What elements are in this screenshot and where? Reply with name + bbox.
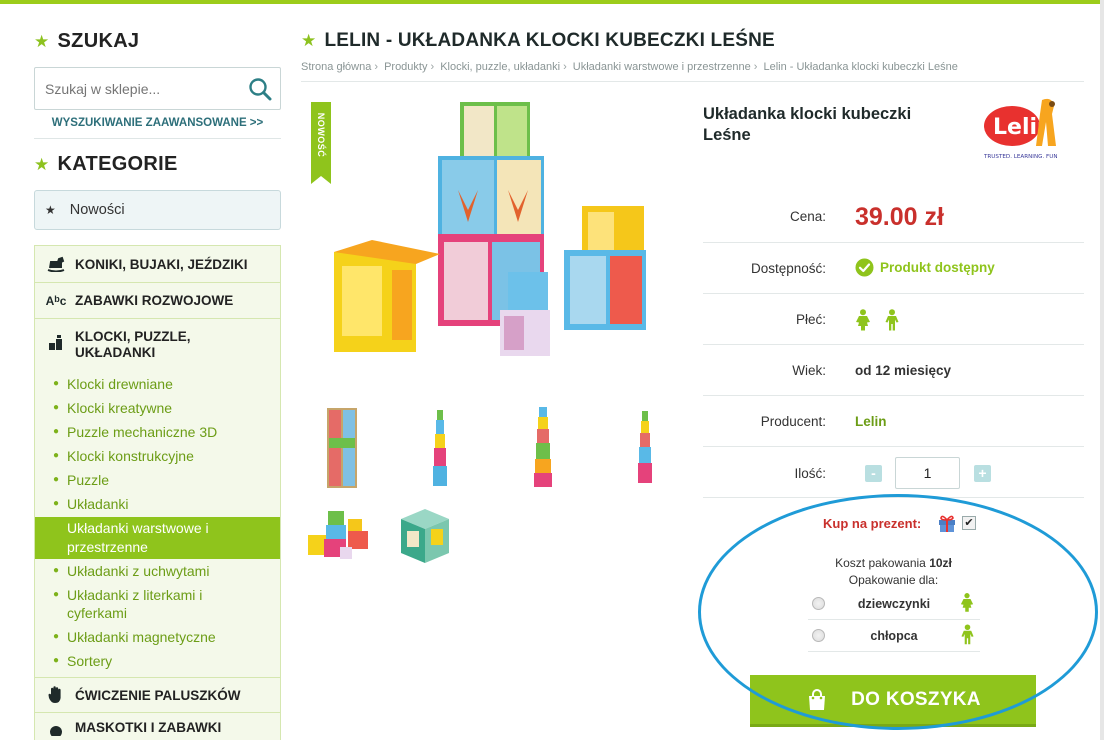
- gift-icon: [939, 515, 955, 532]
- blocks-icon: [45, 335, 67, 351]
- category-klocki[interactable]: KLOCKI, PUZZLE, UKŁADANKI: [35, 319, 280, 369]
- categories-heading: ★ KATEGORIE: [34, 153, 178, 175]
- divider: [301, 81, 1084, 82]
- search-heading: ★ SZUKAJ: [34, 30, 140, 52]
- quantity-decrease-button[interactable]: -: [865, 465, 882, 482]
- rocking-horse-icon: [45, 256, 67, 272]
- star-icon: ★: [301, 31, 317, 50]
- new-badge: NOWOŚĆ: [311, 102, 331, 184]
- breadcrumb-item[interactable]: Strona główna: [301, 61, 371, 73]
- subcategory-link[interactable]: ● Puzzle: [53, 471, 109, 489]
- thumbnail-image[interactable]: [308, 505, 372, 561]
- check-circle-icon: [855, 258, 874, 277]
- gift-label: Kup na prezent:: [823, 516, 922, 531]
- page-title: ★ LELIN - UKŁADANKA KLOCKI KUBECZKI LEŚN…: [301, 30, 775, 51]
- packaging-cost: Koszt pakowania 10zł: [835, 556, 952, 570]
- star-icon: ★: [34, 31, 50, 51]
- quantity-row: Ilość:: [703, 446, 1084, 497]
- brand-logo[interactable]: Lelin TRUSTED. LEARNING. FUN: [982, 92, 1064, 162]
- packaging-for-label: Opakowanie dla:: [848, 573, 939, 587]
- star-icon: ★: [34, 154, 50, 174]
- category-koniki[interactable]: KONIKI, BUJAKI, JEŹDZIKI: [35, 246, 280, 283]
- gender-row: Płeć:: [703, 293, 1084, 344]
- price-value: 39.00 zł: [855, 203, 944, 231]
- breadcrumb-item[interactable]: Klocki, puzzle, układanki: [440, 61, 560, 73]
- quantity-label: Ilość:: [794, 466, 826, 481]
- price-row: Cena: 39.00 zł: [703, 191, 1084, 242]
- hand-icon: [45, 686, 67, 704]
- add-to-cart-button[interactable]: DO KOSZYKA: [750, 675, 1036, 727]
- producer-link[interactable]: Lelin: [855, 414, 887, 429]
- gender-value: [855, 309, 899, 331]
- logo-tagline: TRUSTED. LEARNING. FUN: [983, 154, 1058, 160]
- producer-row: Producent: Lelin: [703, 395, 1084, 446]
- category-panel: KONIKI, BUJAKI, JEŹDZIKI Abc ZABAWKI ROZ…: [34, 245, 281, 740]
- product-main-image[interactable]: [312, 94, 664, 376]
- subcategory-link[interactable]: ● Klocki kreatywne: [53, 399, 172, 417]
- subcategory-link[interactable]: ● Układanki magnetyczne: [53, 628, 216, 646]
- gift-option-boy[interactable]: chłopca: [808, 621, 980, 652]
- availability-label: Dostępność:: [750, 261, 826, 276]
- thumbnail-image[interactable]: [325, 408, 359, 488]
- age-label: Wiek:: [792, 363, 826, 378]
- search-box: [34, 67, 281, 110]
- availability-row: Dostępność: Produkt dostępny: [703, 242, 1084, 293]
- subcategory-link[interactable]: ● Układanki z literkami i cyferkami: [53, 586, 253, 622]
- divider: [703, 497, 1084, 498]
- thumbnail-image[interactable]: [432, 410, 448, 486]
- product-name: Układanka klocki kubeczki Leśne: [703, 105, 912, 144]
- age-row: Wiek: od 12 miesięcy: [703, 344, 1084, 395]
- breadcrumb-item[interactable]: Układanki warstwowe i przestrzenne: [573, 61, 751, 73]
- age-value: od 12 miesięcy: [855, 363, 952, 378]
- star-icon: ★: [45, 203, 56, 217]
- gift-checkbox[interactable]: ✔: [962, 516, 976, 530]
- category-zabawki-rozwojowe[interactable]: Abc ZABAWKI ROZWOJOWE: [35, 283, 280, 319]
- novelty-link[interactable]: ★ Nowości: [34, 190, 281, 230]
- subcategory-link[interactable]: ● Klocki drewniane: [53, 375, 173, 393]
- availability-value: Produkt dostępny: [855, 258, 995, 277]
- subcategory-link[interactable]: ● Puzzle mechaniczne 3D: [53, 423, 217, 441]
- thumbnail-image[interactable]: [637, 411, 653, 483]
- subcategory-link[interactable]: ● Klocki konstrukcyjne: [53, 447, 194, 465]
- boy-icon: [961, 624, 974, 645]
- quantity-increase-button[interactable]: +: [974, 465, 991, 482]
- search-icon[interactable]: [247, 76, 273, 107]
- search-input[interactable]: [35, 68, 235, 109]
- scrollbar-track[interactable]: [1100, 0, 1104, 740]
- girl-icon: [960, 593, 974, 612]
- gift-option-girl[interactable]: dziewczynki: [808, 589, 980, 620]
- shopping-bag-icon: [809, 688, 826, 710]
- thumbnail-image[interactable]: [399, 507, 451, 565]
- mascot-icon: [45, 720, 67, 736]
- subcategory-link[interactable]: ● Sortery: [53, 652, 112, 670]
- thumbnail-image[interactable]: [533, 407, 553, 487]
- breadcrumb: Strona główna › Produkty › Klocki, puzzle,…: [301, 61, 958, 73]
- subcategory-link[interactable]: ● Układanki z uchwytami: [53, 562, 209, 580]
- breadcrumb-current: Lelin - Układanka klocki kubeczki Leśne: [763, 61, 958, 73]
- divider: [34, 138, 281, 139]
- producer-label: Producent:: [760, 414, 826, 429]
- subcategory-active[interactable]: Układanki warstwowe i przestrzenne: [67, 519, 267, 557]
- advanced-search-link[interactable]: WYSZUKIWANIE ZAAWANSOWANE >>: [34, 117, 281, 129]
- girl-icon: [856, 309, 870, 331]
- boy-icon: [885, 309, 899, 331]
- top-accent-bar: [0, 0, 1104, 4]
- subcategory-link[interactable]: ● Układanki: [53, 495, 129, 513]
- price-label: Cena:: [789, 209, 826, 224]
- breadcrumb-item[interactable]: Produkty: [384, 61, 427, 73]
- quantity-input[interactable]: 1: [895, 457, 960, 489]
- abc-icon: Abc: [45, 293, 67, 308]
- category-cwiczenie-paluszkow[interactable]: ĆWICZENIE PALUSZKÓW: [35, 677, 280, 713]
- category-maskotki[interactable]: MASKOTKI I ZABAWKI: [35, 713, 280, 740]
- gender-label: Płeć:: [795, 312, 826, 327]
